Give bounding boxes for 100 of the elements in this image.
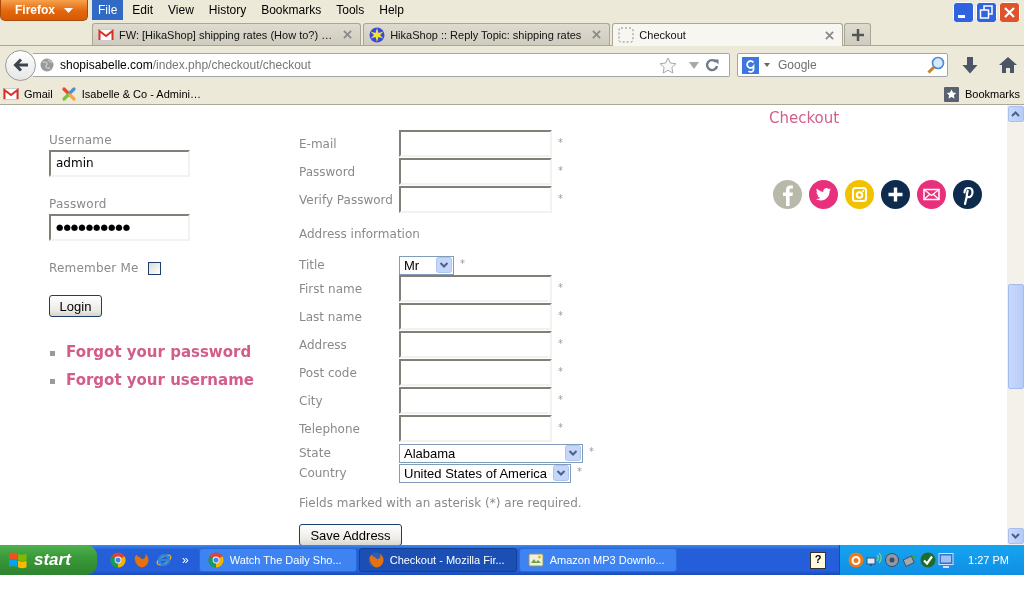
menu-item[interactable]: History	[202, 0, 253, 20]
plus-icon	[851, 28, 864, 41]
network-icon[interactable]	[866, 552, 883, 568]
logo-icon	[60, 86, 77, 102]
browser-icon[interactable]	[110, 552, 126, 568]
close-icon[interactable]	[343, 30, 353, 39]
input-field[interactable]	[399, 275, 552, 302]
browser-tab[interactable]: FW: [HikaShop] shipping rates (How to?) …	[92, 23, 362, 45]
scroll-thumb[interactable]	[1007, 284, 1024, 389]
input-field[interactable]	[399, 303, 552, 330]
input-field[interactable]	[399, 359, 552, 386]
dropdown[interactable]: Mr	[399, 255, 454, 275]
help-button[interactable]: ?	[810, 551, 827, 569]
monitor-icon[interactable]	[938, 552, 955, 568]
search-engine-icon[interactable]	[742, 56, 759, 74]
bullet-icon	[50, 378, 55, 384]
input-field[interactable]	[399, 130, 552, 157]
required-mark: *	[558, 365, 563, 379]
taskbar-button[interactable]: Checkout - Mozilla Fir...	[358, 548, 517, 572]
arrow-left-icon	[12, 58, 29, 72]
remember-checkbox[interactable]	[147, 261, 161, 275]
field-label: Telephone	[299, 422, 361, 436]
bookmark-item[interactable]: Isabelle & Co - Admini…	[60, 86, 201, 102]
save-address-button[interactable]: Save Address	[299, 524, 402, 545]
scroll-up-button[interactable]	[1007, 106, 1024, 122]
field-label: Post code	[299, 366, 358, 380]
envelope-icon[interactable]	[917, 180, 946, 209]
window-title: Checkout - Mozilla Fir...	[389, 554, 505, 566]
p-logo-icon[interactable]	[953, 180, 982, 209]
tab-title: Checkout	[639, 29, 687, 41]
browser-tab[interactable]: Checkout	[612, 23, 843, 46]
browser-icon	[207, 552, 224, 568]
menu-item[interactable]: Bookmarks	[255, 0, 328, 20]
e-ring-icon[interactable]	[156, 552, 172, 568]
required-mark: *	[558, 136, 563, 150]
recovery-link[interactable]: Forgot your username	[66, 371, 254, 389]
search-field[interactable]: Google	[737, 53, 948, 77]
input-field[interactable]	[399, 331, 552, 358]
input-field[interactable]	[399, 186, 552, 213]
download-icon[interactable]	[962, 56, 978, 74]
browser-tab[interactable]: HikaShop :: Reply Topic: shipping rates	[363, 23, 611, 45]
hardware-icon[interactable]	[902, 552, 919, 568]
required-mark: *	[577, 465, 583, 479]
dropdown-icon[interactable]	[689, 61, 699, 69]
address-bar[interactable]: shopisabelle.com/index.php/checkout/checkout	[33, 53, 730, 77]
field-label: Country	[299, 466, 348, 480]
taskbar-button[interactable]: Amazon MP3 Downlo...	[518, 548, 677, 572]
bookmark-item[interactable]: Gmail	[3, 88, 53, 100]
dropdown[interactable]: United States of America	[399, 463, 572, 483]
close-icon[interactable]	[825, 30, 834, 40]
restore-button[interactable]	[976, 2, 997, 23]
input-field[interactable]	[399, 415, 552, 442]
required-mark: *	[558, 192, 563, 206]
back-button[interactable]	[5, 49, 36, 81]
plus-icon[interactable]	[881, 180, 910, 209]
field-label: Title	[299, 258, 326, 272]
ring-icon[interactable]	[848, 552, 865, 568]
dropdown[interactable]: Alabama	[399, 443, 583, 463]
scroll-down-button[interactable]	[1007, 528, 1024, 544]
required-note: Fields marked with an asterisk (*) are required.	[299, 495, 583, 511]
menu-item[interactable]: Tools	[330, 0, 371, 20]
check-icon[interactable]	[920, 552, 937, 568]
field-label: Verify Password	[299, 193, 394, 207]
field-label: Password	[299, 165, 357, 179]
window-title: Watch The Daily Sho...	[229, 554, 342, 566]
home-icon[interactable]	[999, 57, 1017, 73]
menu-item[interactable]: Edit	[126, 0, 160, 20]
username-field[interactable]: admin	[49, 150, 190, 177]
menu-item[interactable]: View	[162, 0, 200, 20]
bullet-icon	[50, 350, 55, 356]
menu-item[interactable]: Help	[373, 0, 410, 20]
globe-icon	[40, 58, 54, 72]
login-button[interactable]: Login	[49, 295, 102, 317]
disc-icon[interactable]	[884, 552, 901, 568]
close-button[interactable]	[999, 2, 1020, 23]
recovery-link[interactable]: Forgot your password	[66, 343, 252, 361]
search-input[interactable]: Google	[775, 56, 922, 74]
scrollbar[interactable]	[1007, 105, 1024, 545]
taskbar-button[interactable]: Watch The Daily Sho...	[198, 548, 357, 572]
bird-icon[interactable]	[809, 180, 838, 209]
required-mark: *	[558, 393, 563, 407]
mail-icon	[3, 88, 19, 100]
more-quick-launch-button[interactable]: »	[182, 553, 189, 567]
fox-globe-icon[interactable]	[133, 552, 149, 568]
menu-item[interactable]: File	[92, 0, 124, 20]
input-field[interactable]	[399, 387, 552, 414]
tab-title: FW: [HikaShop] shipping rates (How to?) …	[119, 28, 333, 41]
bookmarks-menu-button[interactable]: Bookmarks	[943, 86, 1020, 102]
search-icon[interactable]	[927, 56, 945, 74]
reload-icon[interactable]	[705, 58, 719, 72]
star-icon[interactable]	[659, 56, 677, 74]
close-icon[interactable]	[592, 30, 602, 39]
minimize-button[interactable]	[953, 2, 974, 23]
caret-down-icon	[1011, 533, 1020, 539]
input-field[interactable]	[399, 158, 552, 185]
password-field[interactable]: ●●●●●●●●●●	[49, 214, 190, 241]
start-button[interactable]: start	[0, 545, 97, 575]
new-tab-button[interactable]	[844, 23, 871, 45]
field-label: Last name	[299, 310, 363, 324]
caret-icon[interactable]	[764, 63, 770, 67]
